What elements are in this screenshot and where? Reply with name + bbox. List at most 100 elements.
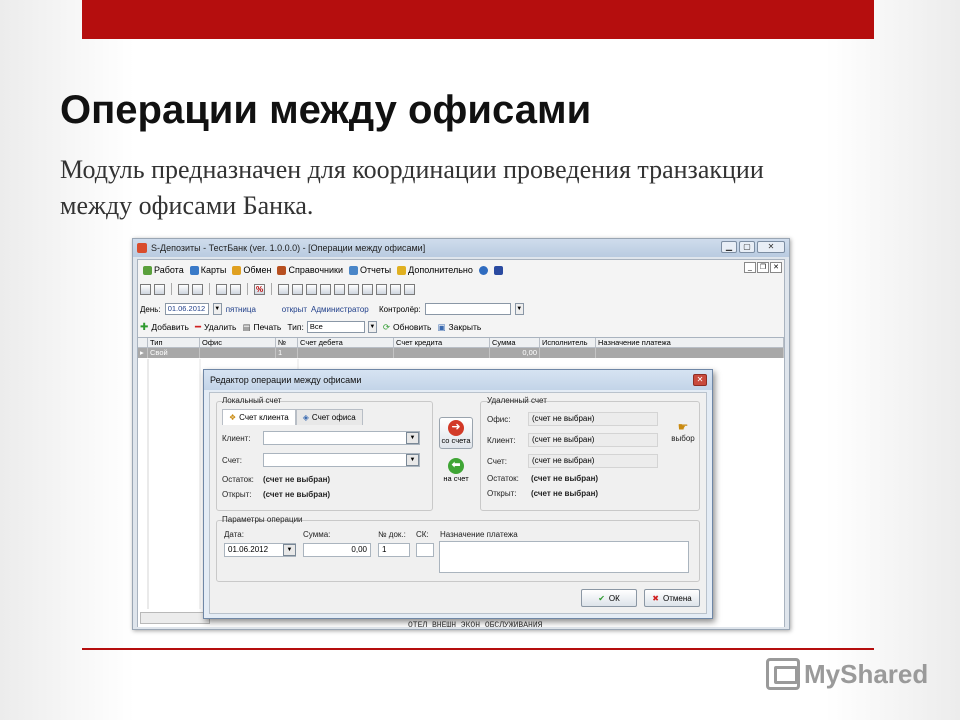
checklist-icon[interactable]	[376, 283, 387, 295]
tools-icon[interactable]	[306, 283, 317, 295]
menu-item-cards[interactable]: Карты	[187, 265, 230, 275]
account-dropdown-icon[interactable]: ▼	[406, 454, 419, 466]
menu-item-book[interactable]	[491, 265, 506, 275]
stamp-icon[interactable]	[320, 283, 331, 295]
date-label: Дата:	[224, 530, 244, 539]
choose-button[interactable]: ☛ выбор	[668, 420, 698, 443]
column-header[interactable]: Счет дебета	[298, 338, 394, 347]
close-button[interactable]: ▣ Закрыть	[438, 322, 482, 333]
cancel-button[interactable]: ✖ Отмена	[644, 589, 700, 607]
remote-client-value: (счет не выбран)	[528, 433, 658, 447]
type-dropdown-icon[interactable]: ▼	[367, 321, 377, 333]
dialog-close-button[interactable]: ✕	[693, 374, 707, 386]
day-date-field[interactable]: 01.06.2012	[164, 303, 209, 315]
menu-item-additional[interactable]: Дополнительно	[394, 265, 476, 275]
tariff-icon[interactable]	[230, 283, 241, 295]
menu-item-references[interactable]: Справочники	[274, 265, 346, 275]
window-titlebar: S-Депозиты - ТестБанк (ver. 1.0.0.0) - […	[133, 239, 789, 257]
column-header[interactable]: Счет кредита	[394, 338, 490, 347]
date-dropdown-icon[interactable]: ▼	[283, 544, 296, 556]
day-dropdown-icon[interactable]: ▼	[212, 303, 222, 315]
help-icon	[478, 265, 488, 275]
cell-sum: 0,00	[490, 348, 540, 358]
ok-button[interactable]: ✔ ОК	[581, 589, 637, 607]
column-header[interactable]: Назначение платежа	[596, 338, 784, 347]
filter-bar: День: 01.06.2012 ▼ пятница открыт Админис…	[140, 301, 524, 317]
column-header[interactable]: Тип	[148, 338, 200, 347]
operation-params-caption: Параметры операции	[222, 515, 303, 524]
users-icon[interactable]	[178, 283, 189, 295]
column-header[interactable]: №	[276, 338, 298, 347]
controller-select[interactable]	[424, 303, 511, 315]
print-button[interactable]: ▤ Печать	[242, 322, 281, 333]
menu-item-exchange[interactable]: Обмен	[229, 265, 274, 275]
sk-field[interactable]	[416, 543, 434, 557]
purpose-field[interactable]	[439, 541, 689, 573]
menu-item-work[interactable]: Работа	[140, 265, 187, 275]
remote-balance-label: Остаток:	[487, 474, 519, 483]
delete-button[interactable]: ━ Удалить	[195, 322, 236, 333]
minus-icon: ━	[194, 321, 201, 333]
from-account-button[interactable]: ➜ со счета	[439, 417, 473, 449]
cash-icon[interactable]	[362, 283, 373, 295]
cell-num: 1	[276, 348, 298, 358]
remote-account-caption: Удаленный счет	[487, 396, 547, 405]
controller-dropdown-icon[interactable]: ▼	[514, 303, 524, 315]
menu-item-help[interactable]	[476, 265, 491, 275]
account-tabs: ❖ Счет клиента ◈ Счет офиса	[222, 409, 363, 425]
cell-type: Свой	[148, 348, 200, 358]
client-select[interactable]	[263, 431, 420, 445]
mdi-close-button[interactable]: ✕	[770, 262, 782, 273]
refresh-button[interactable]: ⟳ Обновить	[383, 322, 432, 333]
add-button[interactable]: ✚ Добавить	[140, 322, 189, 333]
grid-header: Тип Офис № Счет дебета Счет кредита Сумм…	[138, 338, 784, 348]
table-row[interactable]: ▸ Свой 1 0,00	[138, 348, 784, 358]
column-header[interactable]: Исполнитель	[540, 338, 596, 347]
edit-icon[interactable]	[154, 283, 165, 295]
window-close-button[interactable]: ✕	[757, 241, 785, 253]
percent-icon[interactable]: %	[254, 283, 265, 295]
print-preview-icon[interactable]	[334, 283, 345, 295]
open-icon[interactable]	[140, 283, 151, 295]
arrow-right-icon: ➜	[448, 420, 464, 436]
mdi-minimize-button[interactable]: _	[744, 262, 756, 273]
doc-number-field[interactable]: 1	[378, 543, 410, 557]
column-header[interactable]: Сумма	[490, 338, 540, 347]
mdi-restore-button[interactable]: ❐	[757, 262, 769, 273]
type-select[interactable]: Все	[306, 321, 365, 333]
dialog-body: Локальный счет ❖ Счет клиента ◈ Счет офиса…	[209, 392, 707, 614]
cards-icon	[189, 265, 199, 275]
tab-office-account[interactable]: ◈ Счет офиса	[295, 409, 363, 425]
tab-client-account[interactable]: ❖ Счет клиента	[222, 409, 296, 425]
menu-label: Дополнительно	[408, 265, 473, 275]
calendar-icon[interactable]	[216, 283, 227, 295]
copy-icon[interactable]	[348, 283, 359, 295]
transfer-icon[interactable]	[192, 283, 203, 295]
printer-icon: ▤	[242, 321, 251, 332]
minimize-button[interactable]: ▁	[721, 241, 737, 253]
remote-client-label: Клиент:	[487, 436, 516, 445]
to-account-label: на счет	[443, 474, 469, 483]
calculator-icon[interactable]	[404, 283, 415, 295]
currency-icon[interactable]	[278, 283, 289, 295]
sum-field[interactable]: 0,00	[303, 543, 371, 557]
type-label: Тип:	[287, 322, 304, 332]
window-icon[interactable]	[390, 283, 401, 295]
close-window-icon: ▣	[437, 321, 446, 332]
column-header[interactable]: Офис	[200, 338, 276, 347]
cancel-label: Отмена	[663, 593, 692, 603]
refresh-label: Обновить	[393, 322, 432, 332]
remote-opened-label: Открыт:	[487, 489, 517, 498]
safe-icon[interactable]	[292, 283, 303, 295]
tab-client-label: Счет клиента	[239, 413, 289, 422]
opened-label: Открыт:	[222, 490, 252, 499]
maximize-button[interactable]: ▢	[739, 241, 755, 253]
to-account-button[interactable]: ⬅ на счет	[439, 455, 473, 487]
client-dropdown-icon[interactable]: ▼	[406, 432, 419, 444]
account-select[interactable]	[263, 453, 420, 467]
bottom-accent-line	[82, 648, 874, 650]
menu-item-reports[interactable]: Отчеты	[346, 265, 394, 275]
menu-label: Работа	[154, 265, 184, 275]
horizontal-scrollbar[interactable]	[140, 612, 210, 624]
exchange-icon	[232, 265, 242, 275]
